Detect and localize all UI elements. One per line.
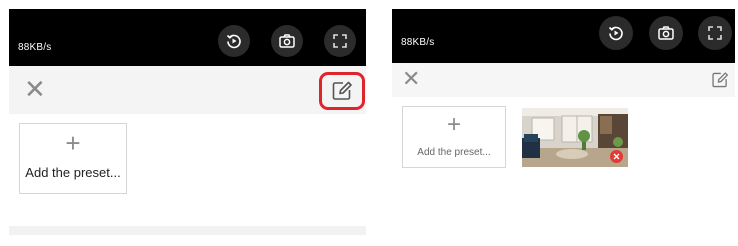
preset-toolbar: ✕	[9, 66, 366, 114]
fullscreen-button[interactable]	[324, 25, 356, 57]
preset-toolbar: ✕	[392, 63, 735, 97]
plus-icon: +	[65, 128, 81, 158]
fullscreen-icon	[708, 26, 722, 40]
fullscreen-button[interactable]	[698, 16, 732, 50]
edit-button[interactable]	[707, 68, 733, 92]
close-icon[interactable]: ✕	[24, 76, 46, 102]
snapshot-button[interactable]	[271, 25, 303, 57]
data-rate: 88KB/s	[401, 37, 435, 48]
replay-icon	[608, 26, 623, 41]
camera-icon	[658, 26, 674, 40]
screen-after: 88KB/s ✕ + Add the preset...	[392, 0, 735, 200]
replay-button[interactable]	[218, 25, 250, 57]
plus-icon: +	[446, 111, 461, 138]
delete-badge-icon[interactable]	[610, 150, 623, 163]
close-icon[interactable]: ✕	[402, 68, 420, 90]
video-status-bar: 88KB/s	[392, 9, 735, 63]
section-divider	[9, 226, 366, 235]
replay-icon	[226, 34, 241, 49]
snapshot-button[interactable]	[649, 16, 683, 50]
camera-icon	[279, 34, 295, 48]
data-rate: 88KB/s	[18, 42, 52, 53]
fullscreen-icon	[333, 34, 347, 48]
edit-icon	[332, 81, 352, 100]
replay-button[interactable]	[599, 16, 633, 50]
edit-button[interactable]	[319, 72, 365, 110]
edit-icon	[712, 72, 729, 88]
add-preset-label: Add the preset...	[417, 147, 491, 158]
add-preset-button[interactable]: + Add the preset...	[19, 123, 127, 194]
add-preset-button[interactable]: + Add the preset...	[402, 106, 506, 168]
add-preset-label: Add the preset...	[25, 165, 121, 180]
video-status-bar: 88KB/s	[9, 9, 366, 66]
screen-before: 88KB/s ✕ + Add the preset...	[9, 0, 366, 246]
preset-thumbnail[interactable]	[522, 108, 628, 167]
